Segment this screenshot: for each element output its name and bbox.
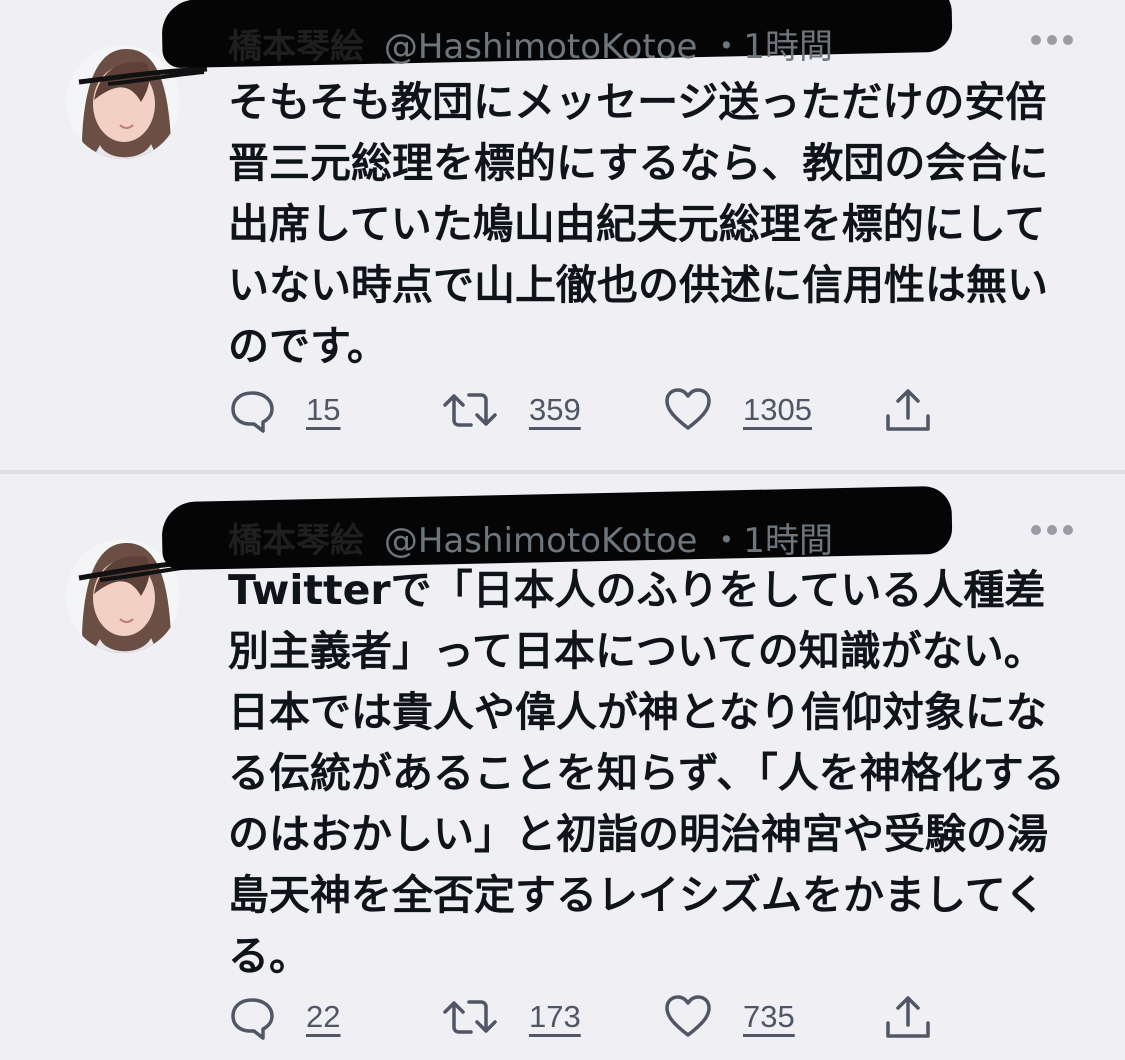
share-button[interactable]: [881, 383, 935, 437]
like-button[interactable]: 735: [663, 990, 795, 1044]
reply-count[interactable]: 22: [306, 999, 340, 1035]
timestamp[interactable]: ・1時間: [709, 27, 833, 67]
user-handle[interactable]: @HashimotoKotoe: [384, 521, 698, 561]
tweet[interactable]: 橋本琴絵 @HashimotoKotoe ・1時間 Twitterで「日本人のふ…: [0, 474, 1125, 1060]
heart-icon: [665, 388, 711, 430]
more-icon[interactable]: [1028, 522, 1076, 538]
tweet-actions: 15 359 1305: [228, 383, 948, 437]
retweet-count[interactable]: 173: [529, 999, 581, 1035]
user-name[interactable]: 橋本琴絵: [228, 521, 364, 561]
share-icon: [886, 389, 930, 431]
like-count[interactable]: 1305: [743, 392, 812, 428]
reply-icon: [231, 391, 274, 433]
share-button[interactable]: [881, 990, 935, 1044]
retweet-button[interactable]: 173: [441, 990, 581, 1044]
tweet[interactable]: 橋本琴絵 @HashimotoKotoe ・1時間 そもそも教団にメッセージ送っ…: [0, 0, 1125, 470]
more-icon[interactable]: [1028, 32, 1076, 48]
reply-icon: [231, 998, 274, 1040]
retweet-button[interactable]: 359: [441, 383, 581, 437]
tweet-text: Twitterで「日本人のふりをしている人種差別主義者」って日本についての知識が…: [228, 566, 1065, 980]
reply-button[interactable]: 15: [228, 383, 340, 437]
reply-count[interactable]: 15: [306, 392, 340, 428]
user-handle[interactable]: @HashimotoKotoe: [384, 27, 698, 67]
tweet-text: そもそも教団にメッセージ送っただけの安倍晋三元総理を標的にするなら、教団の会合に…: [228, 78, 1049, 370]
tweet-header: 橋本琴絵 @HashimotoKotoe ・1時間: [228, 513, 833, 562]
reply-button[interactable]: 22: [228, 990, 340, 1044]
heart-icon: [665, 995, 711, 1037]
retweet-count[interactable]: 359: [529, 392, 581, 428]
retweet-icon: [443, 1000, 497, 1034]
tweet-header: 橋本琴絵 @HashimotoKotoe ・1時間: [228, 19, 833, 68]
user-name[interactable]: 橋本琴絵: [228, 27, 364, 67]
share-icon: [886, 996, 930, 1038]
like-count[interactable]: 735: [743, 999, 795, 1035]
tweet-actions: 22 173 735: [228, 990, 948, 1044]
retweet-icon: [443, 393, 497, 427]
timestamp[interactable]: ・1時間: [709, 521, 833, 561]
like-button[interactable]: 1305: [663, 383, 812, 437]
